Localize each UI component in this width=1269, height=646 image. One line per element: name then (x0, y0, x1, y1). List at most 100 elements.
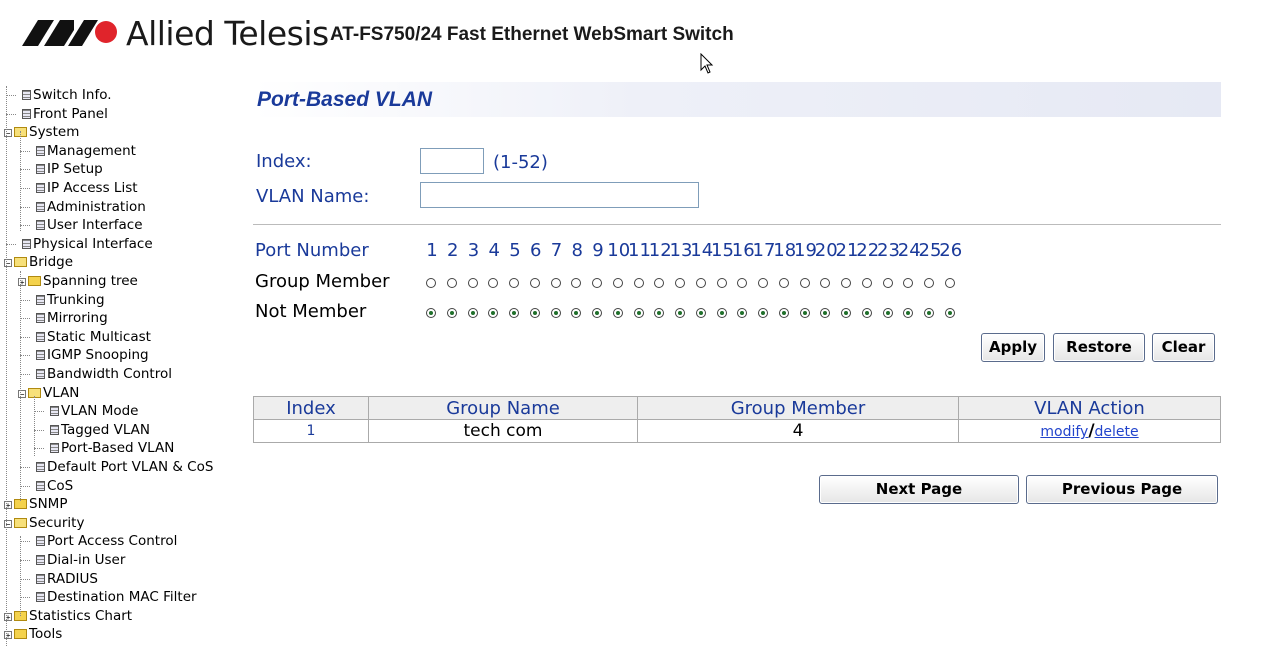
sidebar-item-system[interactable]: − System (4, 123, 79, 141)
group-member-radio-port-3[interactable] (467, 278, 478, 288)
not-member-radio-port-23[interactable] (882, 308, 893, 318)
not-member-radio-port-6[interactable] (529, 308, 540, 318)
sidebar-item-default-port-vlan-cos[interactable]: Default Port VLAN & CoS (36, 458, 213, 476)
group-member-radio-port-26[interactable] (944, 278, 955, 288)
sidebar-item-label: Static Multicast (47, 329, 151, 345)
group-member-radio-port-7[interactable] (550, 278, 561, 288)
group-member-radio-port-17[interactable] (758, 278, 768, 288)
not-member-radio-port-20[interactable] (820, 308, 831, 318)
sidebar-item-ip-setup[interactable]: IP Setup (36, 160, 103, 178)
not-member-radio-port-21[interactable] (841, 308, 851, 318)
not-member-radio-port-10[interactable] (612, 308, 623, 318)
sidebar-item-vlan-mode[interactable]: VLAN Mode (50, 402, 138, 420)
sidebar-item-switch-info[interactable]: Switch Info. (22, 86, 112, 104)
tree-connector (20, 374, 30, 375)
not-member-radio-port-26[interactable] (944, 308, 955, 318)
sidebar-item-tools[interactable]: + Tools (4, 625, 62, 643)
group-member-radio-port-12[interactable] (654, 278, 665, 288)
sidebar-item-statistics-chart[interactable]: + Statistics Chart (4, 607, 132, 625)
group-member-radio-port-20[interactable] (820, 278, 831, 288)
sidebar-item-vlan[interactable]: − VLAN (18, 384, 79, 402)
not-member-radio-port-4[interactable] (488, 308, 499, 318)
group-member-radio-port-23[interactable] (882, 278, 893, 288)
vlan-name-input[interactable] (420, 182, 699, 208)
group-member-radio-port-11[interactable] (633, 278, 644, 288)
sidebar-item-snmp[interactable]: + SNMP (4, 495, 67, 513)
sidebar-item-igmp-snooping[interactable]: IGMP Snooping (36, 346, 149, 364)
group-member-radio-port-22[interactable] (861, 278, 872, 288)
not-member-radio-port-13[interactable] (675, 308, 685, 318)
sidebar-item-destination-mac-filter[interactable]: Destination MAC Filter (36, 588, 197, 606)
sidebar-item-cos[interactable]: CoS (36, 477, 73, 495)
group-member-radio-port-15[interactable] (716, 278, 727, 288)
group-member-radio-port-21[interactable] (841, 278, 851, 288)
group-member-radio-port-1[interactable] (426, 278, 436, 288)
sidebar-item-bridge[interactable]: − Bridge (4, 253, 73, 271)
index-input[interactable] (420, 148, 484, 174)
not-member-radio-port-22[interactable] (861, 308, 872, 318)
group-member-radio-port-2[interactable] (446, 278, 457, 288)
group-member-radio-port-19[interactable] (799, 278, 810, 288)
sidebar-item-bandwidth-control[interactable]: Bandwidth Control (36, 365, 172, 383)
not-member-radio-port-19[interactable] (799, 308, 810, 318)
not-member-radio-port-11[interactable] (633, 308, 644, 318)
group-member-radio-port-10[interactable] (612, 278, 623, 288)
delete-link[interactable]: delete (1095, 424, 1139, 440)
sidebar-item-physical-interface[interactable]: Physical Interface (22, 235, 153, 253)
group-member-radio-port-5[interactable] (509, 278, 519, 288)
tree-connector (20, 225, 30, 226)
group-member-radio-port-16[interactable] (737, 278, 748, 288)
sidebar-item-trunking[interactable]: Trunking (36, 291, 105, 309)
restore-button[interactable]: Restore (1053, 333, 1145, 362)
sidebar-item-mirroring[interactable]: Mirroring (36, 309, 108, 327)
sidebar-item-security[interactable]: − Security (4, 514, 84, 532)
not-member-radio-port-5[interactable] (509, 308, 519, 318)
group-member-radio-port-9[interactable] (592, 278, 602, 288)
title-bar: Port-Based VLAN (253, 82, 1221, 117)
sidebar-item-tagged-vlan[interactable]: Tagged VLAN (50, 421, 150, 439)
group-member-radio-port-18[interactable] (778, 278, 789, 288)
sidebar-item-label: Switch Info. (33, 87, 112, 103)
modify-link[interactable]: modify (1040, 424, 1088, 440)
sidebar-item-ip-access-list[interactable]: IP Access List (36, 179, 138, 197)
previous-page-button[interactable]: Previous Page (1026, 475, 1218, 504)
not-member-radio-port-25[interactable] (924, 308, 934, 318)
group-member-radio-port-25[interactable] (924, 278, 934, 288)
column-header-vlan-action: VLAN Action (958, 396, 1221, 420)
sidebar-item-radius[interactable]: RADIUS (36, 570, 98, 588)
sidebar-item-port-based-vlan[interactable]: Port-Based VLAN (50, 439, 174, 457)
not-member-radio-port-18[interactable] (778, 308, 789, 318)
folder-icon (28, 276, 41, 286)
not-member-radio-port-14[interactable] (695, 308, 706, 318)
sidebar-item-management[interactable]: Management (36, 142, 136, 160)
tree-connector (20, 560, 30, 561)
clear-button[interactable]: Clear (1152, 333, 1215, 362)
not-member-radio-port-2[interactable] (446, 308, 457, 318)
not-member-radio-port-15[interactable] (716, 308, 727, 318)
group-member-radio-port-13[interactable] (675, 278, 685, 288)
not-member-radio-port-16[interactable] (737, 308, 748, 318)
next-page-button[interactable]: Next Page (819, 475, 1019, 504)
not-member-radio-port-1[interactable] (426, 308, 436, 318)
not-member-radio-port-8[interactable] (571, 308, 582, 318)
not-member-radio-port-12[interactable] (654, 308, 665, 318)
sidebar-item-port-access-control[interactable]: Port Access Control (36, 532, 177, 550)
group-member-radio-port-8[interactable] (571, 278, 582, 288)
sidebar-item-user-interface[interactable]: User Interface (36, 216, 143, 234)
apply-button[interactable]: Apply (981, 333, 1045, 362)
tree-connector (6, 86, 7, 646)
sidebar-item-front-panel[interactable]: Front Panel (22, 105, 108, 123)
group-member-radio-port-14[interactable] (695, 278, 706, 288)
not-member-radio-port-7[interactable] (550, 308, 561, 318)
not-member-radio-port-9[interactable] (592, 308, 602, 318)
group-member-radio-port-4[interactable] (488, 278, 499, 288)
sidebar-item-spanning-tree[interactable]: + Spanning tree (18, 272, 138, 290)
sidebar-item-administration[interactable]: Administration (36, 198, 146, 216)
sidebar-item-static-multicast[interactable]: Static Multicast (36, 328, 151, 346)
sidebar-item-dial-in-user[interactable]: Dial-in User (36, 551, 125, 569)
not-member-radio-port-24[interactable] (903, 308, 914, 318)
group-member-radio-port-24[interactable] (903, 278, 914, 288)
not-member-radio-port-17[interactable] (758, 308, 768, 318)
group-member-radio-port-6[interactable] (529, 278, 540, 288)
not-member-radio-port-3[interactable] (467, 308, 478, 318)
